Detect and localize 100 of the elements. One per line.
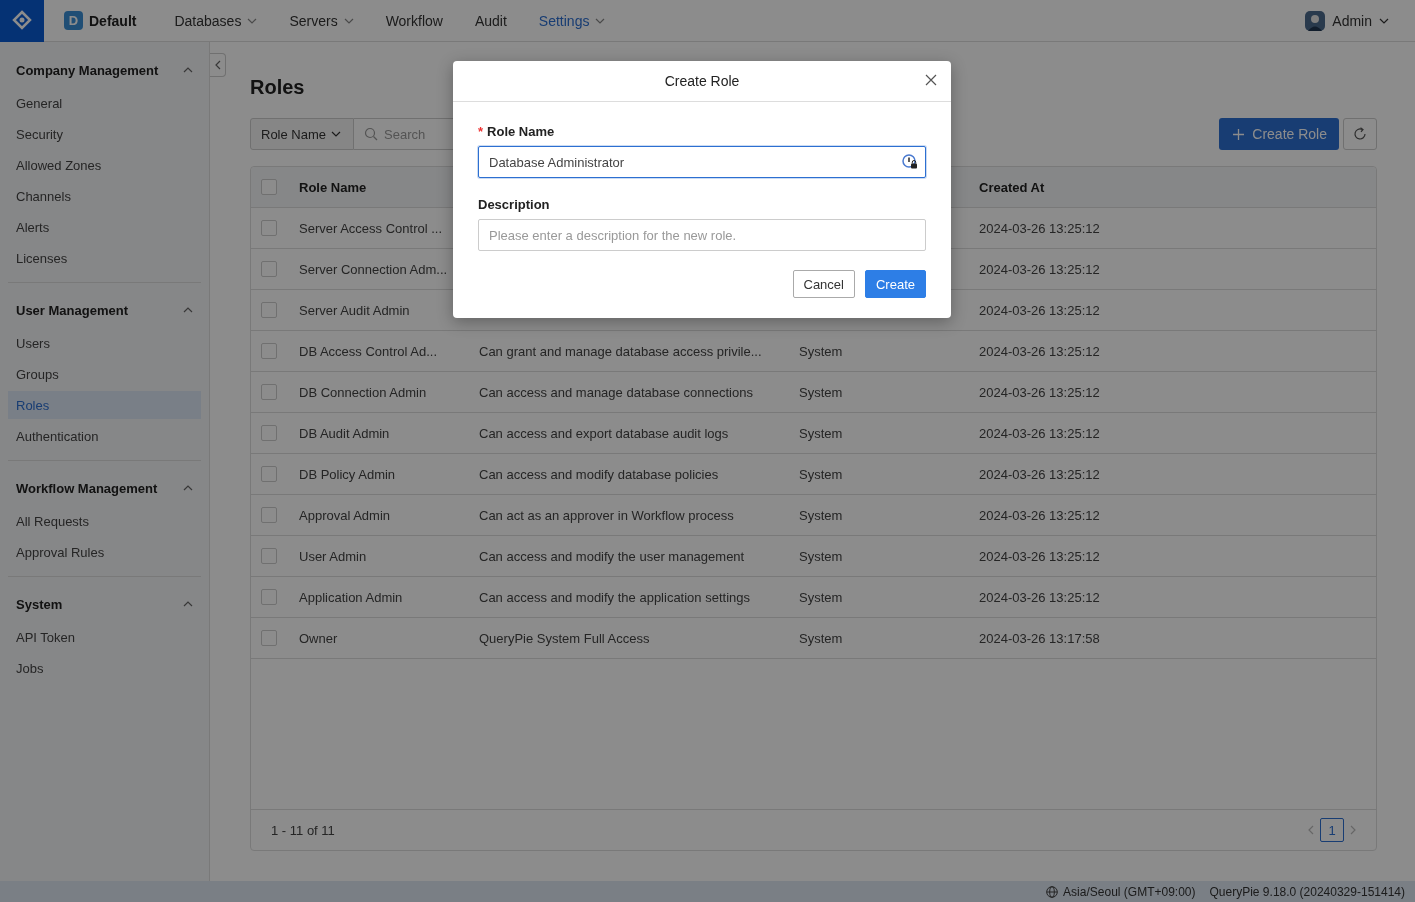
sidebar-item[interactable]: Authentication	[8, 422, 201, 450]
sidebar-item[interactable]: Licenses	[8, 244, 201, 272]
chevron-icon	[183, 67, 193, 73]
table-cell-text: Server Connection Adm...	[299, 261, 449, 277]
table-cell-text: QueryPie System Full Access	[479, 630, 651, 646]
table-cell-text: System	[799, 425, 844, 441]
nav-menu-item[interactable]: Databases	[158, 12, 274, 29]
previous-page-icon[interactable]	[1308, 825, 1314, 835]
create-button[interactable]: Create	[864, 270, 926, 298]
next-page-icon[interactable]	[1350, 825, 1356, 835]
table-cell-text: DB Access Control Ad...	[299, 343, 438, 359]
table-cell-text: 2024-03-26 13:17:58	[979, 630, 1101, 646]
nav-menu-item[interactable]: Audit	[458, 12, 523, 29]
table-cell-text: 2024-03-26 13:25:12	[979, 466, 1101, 482]
password-manager-icon[interactable]	[902, 154, 918, 170]
table-cell-text: 2024-03-26 13:25:12	[979, 548, 1101, 564]
table-cell-text: Can grant and manage database access privile...	[479, 343, 763, 359]
sidebar-item[interactable]: Approval Rules	[8, 538, 201, 566]
chevron-icon	[183, 601, 193, 607]
table-cell-text: 2024-03-26 13:25:12	[979, 507, 1101, 523]
create-role-button[interactable]: Create Role	[1219, 118, 1339, 150]
row-checkbox[interactable]	[261, 302, 277, 318]
refresh-button[interactable]	[1343, 118, 1377, 150]
version-label: QueryPie 9.18.0 (20240329-151414)	[1209, 884, 1405, 899]
row-checkbox[interactable]	[261, 589, 277, 605]
filter-dropdown[interactable]: Role Name	[250, 118, 355, 150]
user-menu[interactable]: Admin	[1299, 9, 1395, 32]
caret-icon	[331, 131, 342, 137]
field-label: Role Name	[487, 124, 555, 139]
row-checkbox[interactable]	[261, 548, 277, 564]
table-cell-text: DB Policy Admin	[299, 466, 397, 482]
sidebar-item[interactable]: Security	[8, 120, 201, 148]
nav-menu-item[interactable]: Settings	[522, 12, 622, 29]
table-cell-text: Can access and modify the application settings	[479, 589, 751, 605]
search-icon	[364, 127, 379, 141]
dialog-title: Create Role	[664, 73, 740, 89]
row-checkbox[interactable]	[261, 630, 277, 646]
logo-icon	[11, 9, 33, 32]
input-field[interactable]: Please enter a description for the new role.	[478, 219, 926, 251]
sidebar-item[interactable]: Channels	[8, 182, 201, 210]
select-all-checkbox[interactable]	[261, 179, 277, 195]
sidebar-item[interactable]: General	[8, 89, 201, 117]
sidebar-item[interactable]: Allowed Zones	[8, 151, 201, 179]
nav-menu-item[interactable]: Servers	[273, 12, 370, 29]
table-cell-text: Can access and manage database connections	[479, 384, 754, 400]
workspace-name[interactable]: Default	[89, 12, 137, 29]
table-cell-text: Application Admin	[299, 589, 404, 605]
row-checkbox[interactable]	[261, 343, 277, 359]
sidebar-item[interactable]: Jobs	[8, 654, 201, 682]
row-checkbox[interactable]	[261, 261, 277, 277]
sidebar-item[interactable]: Alerts	[8, 213, 201, 241]
table-cell-text: Server Audit Admin	[299, 302, 411, 318]
chevron-icon	[183, 307, 193, 313]
table-cell-text: User Admin	[299, 548, 368, 564]
row-checkbox[interactable]	[261, 466, 277, 482]
plus-icon	[1233, 128, 1245, 140]
sidebar-item[interactable]: Groups	[8, 360, 201, 388]
row-checkbox[interactable]	[261, 384, 277, 400]
table-cell-text: Can access and export database audit logs	[479, 425, 730, 441]
table-cell-text: 2024-03-26 13:25:12	[979, 425, 1101, 441]
sidebar-group-header[interactable]: Company Management	[8, 54, 201, 86]
caret-icon	[1379, 17, 1389, 24]
page-button[interactable]: 1	[1320, 818, 1344, 842]
chevron-left-icon	[214, 60, 221, 70]
row-checkbox[interactable]	[261, 220, 277, 236]
row-checkbox[interactable]	[261, 507, 277, 523]
nav-menu-item[interactable]: Workflow	[369, 12, 459, 29]
app-logo[interactable]	[0, 0, 44, 42]
table-cell-text: Can act as an approver in Workflow process	[479, 507, 735, 523]
table-cell-text: Approval Admin	[299, 507, 392, 523]
sidebar-group-header[interactable]: User Management	[8, 294, 201, 326]
table-cell-text: System	[799, 343, 844, 359]
table-cell-text: 2024-03-26 13:25:12	[979, 343, 1101, 359]
timezone-label: Asia/Seoul (GMT+09:00)	[1063, 884, 1196, 899]
refresh-icon	[1353, 127, 1367, 141]
table-cell-text: Can access and modify the user management	[479, 548, 746, 564]
sidebar-group-header[interactable]: Workflow Management	[8, 472, 201, 504]
column-header: Created At	[979, 179, 1046, 195]
row-checkbox[interactable]	[261, 425, 277, 441]
workspace-badge: D	[64, 11, 83, 30]
column-header: Role Name	[299, 179, 368, 195]
table-cell-text: Can access and modify database policies	[479, 466, 720, 482]
table-cell-text: System	[799, 548, 844, 564]
table-cell-text: 2024-03-26 13:25:12	[979, 302, 1101, 318]
table-cell-text: 2024-03-26 13:25:12	[979, 220, 1101, 236]
table-cell-text: System	[799, 507, 844, 523]
table-cell-text: 2024-03-26 13:25:12	[979, 384, 1101, 400]
sidebar-item[interactable]: Users	[8, 329, 201, 357]
collapse-sidebar-button[interactable]	[210, 53, 226, 77]
sidebar-item[interactable]: API Token	[8, 623, 201, 651]
cancel-button[interactable]: Cancel	[792, 270, 855, 298]
close-button[interactable]	[925, 74, 937, 86]
sidebar-item[interactable]: All Requests	[8, 507, 201, 535]
required-mark: *	[478, 124, 484, 139]
sidebar-item[interactable]: Roles	[8, 391, 201, 419]
input-field[interactable]: Database Administrator	[478, 146, 926, 178]
sidebar-group-header[interactable]: System	[8, 588, 201, 620]
table-cell-text: DB Audit Admin	[299, 425, 391, 441]
table-cell-text: Server Access Control ...	[299, 220, 444, 236]
table-cell-text: 2024-03-26 13:25:12	[979, 589, 1101, 605]
